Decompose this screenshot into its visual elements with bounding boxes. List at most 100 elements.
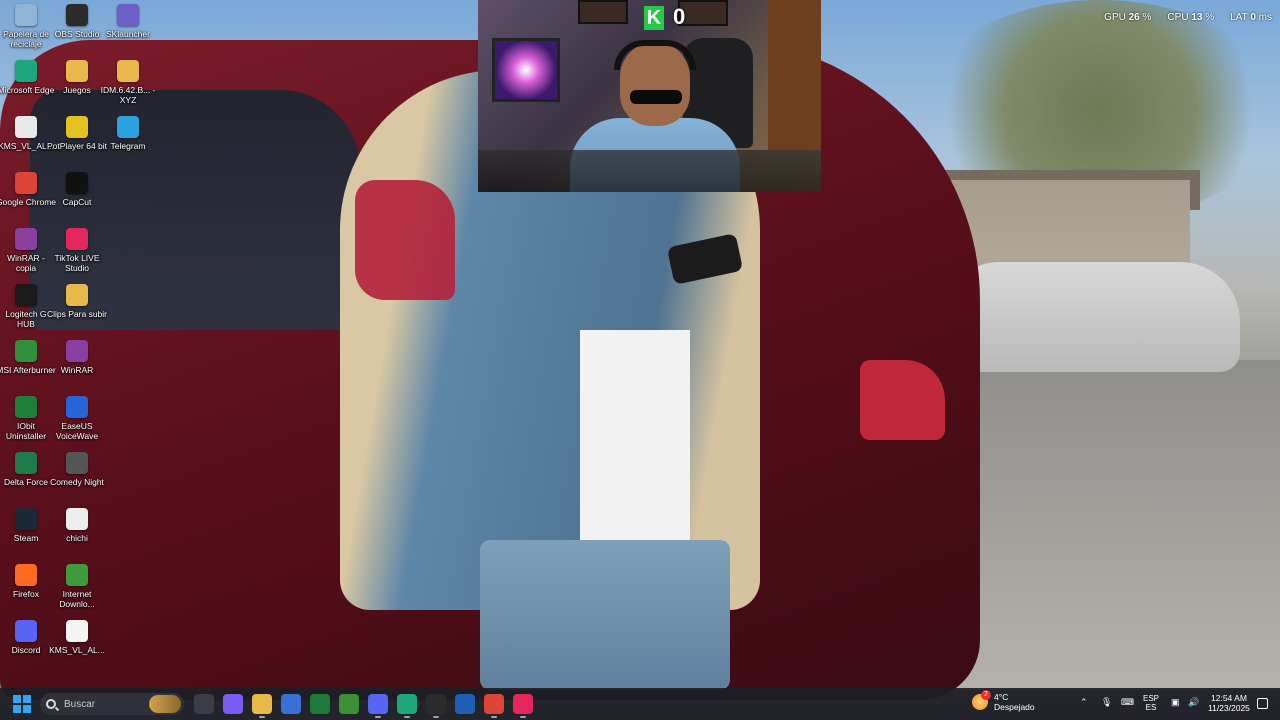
language-indicator[interactable]: ESP ES [1143, 694, 1159, 712]
latency-unit: ms [1255, 12, 1272, 23]
windows-start-button[interactable] [12, 694, 32, 714]
edge-icon[interactable] [397, 694, 417, 714]
weather-sun-icon: 2 [972, 690, 991, 710]
weather-temp: 4°C [994, 692, 1009, 702]
network-icon[interactable]: ▣ [1171, 697, 1180, 708]
webcam-wall-frame [578, 0, 628, 24]
running-indicator [375, 716, 381, 718]
desktop-icon-easeus[interactable]: EaseUS VoiceWave [51, 396, 103, 441]
upwork-icon[interactable] [310, 694, 330, 714]
desktop-icon-label: WinRAR [60, 365, 94, 375]
desktop-icon-label: IDM.6.42.B... - XYZ [100, 85, 156, 105]
cpu-value: 13 [1191, 12, 1203, 23]
obs-studio-icon[interactable] [426, 694, 446, 714]
desktop-icon-sklauncher[interactable]: SKlauncher [102, 4, 154, 39]
chrome-icon[interactable] [484, 694, 504, 714]
vectorworks-icon[interactable] [339, 694, 359, 714]
gpu-unit: % [1139, 12, 1152, 23]
desktop-icon-label: chichi [66, 533, 88, 543]
folder-icon [66, 284, 88, 306]
wallpaper-person-shirt [580, 330, 690, 540]
webcam-shelf [768, 0, 821, 150]
desktop-icon-potplayer[interactable]: PotPlayer 64 bit [47, 116, 107, 151]
chevron-up-icon[interactable]: ⌃ [1080, 697, 1088, 708]
search-placeholder: Buscar [64, 698, 96, 710]
desktop-icon-idm[interactable]: Internet Downlo... [51, 564, 103, 609]
taskbar-search-box[interactable]: Buscar [40, 693, 184, 715]
microphone-icon[interactable]: 🎙 [1101, 697, 1112, 708]
outlook-icon[interactable] [455, 694, 475, 714]
desktop-icon-recycle-bin[interactable]: Papelera de reciclaje [0, 4, 52, 49]
gpu-value: 26 [1128, 12, 1140, 23]
desktop-icon-logitech[interactable]: Logitech G HUB [0, 284, 52, 329]
running-indicator [491, 716, 497, 718]
language-code: ESP [1143, 694, 1160, 703]
desktop-icon-steam[interactable]: Steam [0, 508, 52, 543]
desktop-icon-msi-afterburner[interactable]: MSI Afterburner [0, 340, 56, 375]
recycle-bin-icon [15, 4, 37, 26]
idm-icon [66, 564, 88, 586]
headset-icon [614, 40, 696, 70]
desktop-icon-folder[interactable]: Clips Para subir [47, 284, 107, 319]
running-indicator [520, 716, 526, 718]
desktop-icon-iobit[interactable]: IObit Uninstaller [0, 396, 52, 441]
system-clock[interactable]: 12:54 AM 11/23/2025 [1208, 693, 1250, 713]
discord-icon [15, 620, 37, 642]
discord-icon[interactable] [368, 694, 388, 714]
desktop-icon-discord[interactable]: Discord [0, 620, 52, 655]
comedy-night-icon [66, 452, 88, 474]
webcam-pc-screen [492, 38, 560, 102]
desktop-icon-folder[interactable]: Juegos [51, 60, 103, 95]
tiktok-icon[interactable] [513, 694, 533, 714]
desktop-icon-edge[interactable]: Microsoft Edge [0, 60, 54, 95]
taskbar: Buscar 2 4°C Despejado ⌃ 🎙 ⌨ ESP ES ▣ 🔊 … [0, 688, 1280, 720]
steam-icon [15, 508, 37, 530]
clock-time: 12:54 AM [1211, 693, 1247, 703]
desktop-icon-folder[interactable]: IDM.6.42.B... - XYZ [101, 60, 155, 105]
running-indicator [433, 716, 439, 718]
desktop-icon-label: SKlauncher [106, 29, 150, 39]
keyboard-icon[interactable]: ⌨ [1121, 697, 1134, 708]
windows-logo-quad [23, 705, 31, 713]
desktop-icon-delta-force[interactable]: Delta Force [0, 452, 52, 487]
desktop-icon-capcut[interactable]: CapCut [51, 172, 103, 207]
desktop-icon-label: Clips Para subir [47, 309, 107, 319]
weather-widget[interactable]: 2 4°C Despejado [972, 690, 1035, 712]
desktop-icon-winrar[interactable]: WinRAR - copia [0, 228, 52, 273]
windows-logo-quad [13, 705, 21, 713]
desktop-icon-obs-studio[interactable]: OBS Studio [51, 4, 103, 39]
desktop-icon-label: EaseUS VoiceWave [55, 421, 99, 441]
desktop-icon-chrome[interactable]: Google Chrome [0, 172, 56, 207]
desktop-icon-video-file[interactable]: chichi [51, 508, 103, 543]
folder-icon [117, 60, 139, 82]
running-indicator [259, 716, 265, 718]
volume-icon[interactable]: 🔊 [1188, 697, 1199, 708]
desktop-icon-tiktok-live[interactable]: TikTok LIVE Studio [51, 228, 103, 273]
obs-studio-icon [66, 4, 88, 26]
latency: LAT 0 ms [1230, 12, 1272, 23]
capcut-icon [66, 172, 88, 194]
desktop-icon-comedy-night[interactable]: Comedy Night [50, 452, 104, 487]
chrome-icon [15, 172, 37, 194]
microsoft-store-icon[interactable] [281, 694, 301, 714]
desktop-icon-telegram[interactable]: Telegram [102, 116, 154, 151]
webcam-desk [478, 150, 821, 192]
copilot-icon[interactable] [223, 694, 243, 714]
task-view-icon[interactable] [194, 694, 214, 714]
desktop-icon-text-file[interactable]: KMS_VL_AL... [49, 620, 105, 655]
windows-logo-quad [13, 695, 21, 703]
text-file-icon [66, 620, 88, 642]
gpu-label: GPU [1104, 12, 1126, 23]
desktop-icon-winrar[interactable]: WinRAR [51, 340, 103, 375]
edge-icon [15, 60, 37, 82]
desktop-icon-firefox[interactable]: Firefox [0, 564, 52, 599]
notifications-icon[interactable] [1257, 698, 1268, 709]
sklauncher-icon [117, 4, 139, 26]
telegram-icon [117, 116, 139, 138]
desktop-icon-label: Internet Downlo... [59, 589, 95, 609]
desktop-icon-file[interactable]: KMS_VL_AL... [0, 116, 54, 151]
desktop-icon-label: KMS_VL_AL... [49, 645, 105, 655]
wallpaper-road [930, 360, 1280, 690]
file-explorer-icon[interactable] [252, 694, 272, 714]
performance-overlay: GPU 26 % CPU 13 % LAT 0 ms [1104, 12, 1272, 23]
